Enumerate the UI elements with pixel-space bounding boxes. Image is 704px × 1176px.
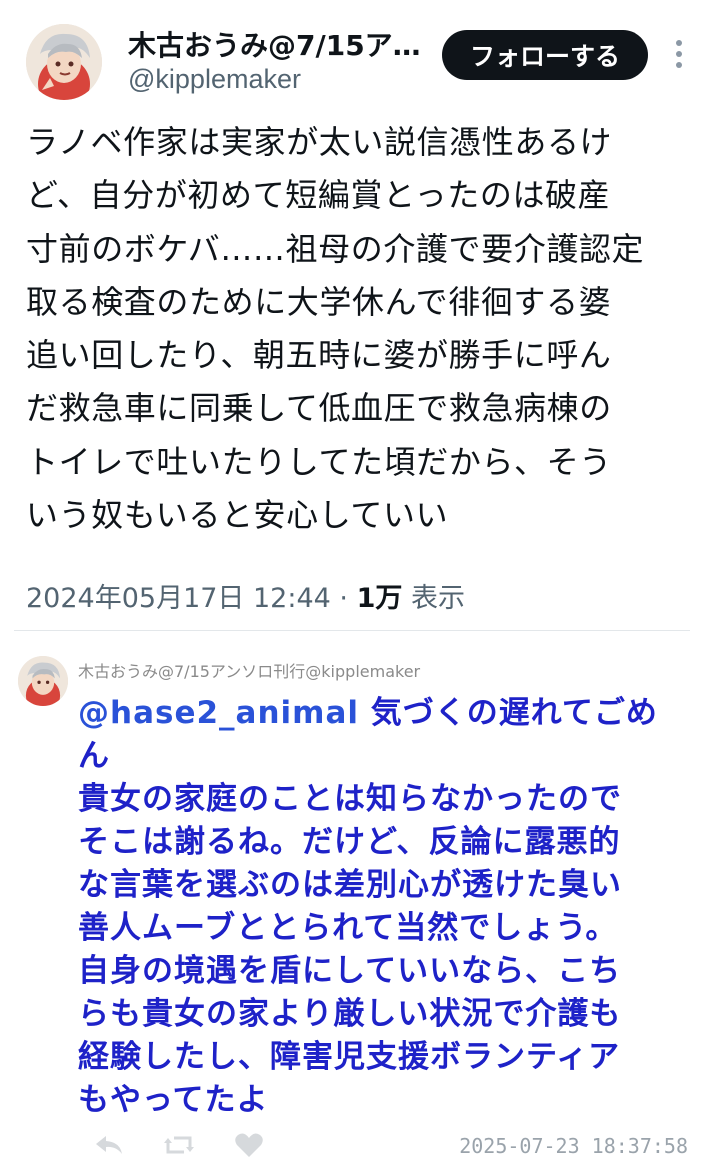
tweet-line: ラノベ作家は実家が太い説信憑性あるけ	[26, 123, 613, 161]
view-label: 表示	[411, 583, 465, 614]
reply-avatar	[18, 656, 68, 706]
reply-line: 経験したし、障害児支援ボランティア	[78, 1039, 621, 1075]
tweet-text: ラノベ作家は実家が太い説信憑性あるけ ど、自分が初めて短編賞とったのは破産 寸前…	[26, 116, 692, 542]
tweet-line: 寸前のボケバ……祖母の介護で要介護認定	[26, 229, 645, 268]
reply-line: もやってたよ	[78, 1082, 269, 1118]
author-handle[interactable]: @kipplemaker	[128, 64, 301, 95]
tweet-timestamp[interactable]: 2024年05月17日 12:44	[26, 583, 331, 614]
more-vertical-icon[interactable]	[672, 40, 686, 72]
author-avatar[interactable]	[26, 24, 102, 100]
reply-line: な言葉を選ぶのは差別心が透けた臭い	[78, 867, 622, 903]
follow-button[interactable]: フォローする	[442, 30, 648, 80]
reply-text: @hase2_animal 気づくの遅れてごめ ん 貴女の家庭のことは知らなかっ…	[78, 692, 678, 1122]
author-name[interactable]: 木古おうみ@7/15ア…	[128, 24, 428, 64]
reply-icon	[96, 1136, 122, 1154]
heart-icon	[235, 1133, 263, 1157]
reply-line: そこは謝るね。だけど、反論に露悪的	[78, 824, 621, 860]
reply-timestamp: 2025-07-23 18:37:58	[459, 1134, 688, 1158]
tweet-line: だ救急車に同乗して低血圧で救急病棟の	[26, 389, 612, 428]
reply-line: ん	[78, 738, 110, 774]
tweet-line: トイレで吐いたりしてた頃だから、そう	[26, 442, 612, 481]
tweet-line: ど、自分が初めて短編賞とったのは破産	[26, 176, 611, 215]
reply-line-rest: 気づくの遅れてごめ	[359, 695, 658, 731]
reply-screenshot: 木古おうみ@7/15アンソロ刊行@kipplemaker @hase2_anim…	[0, 640, 704, 1176]
reply-line: 善人ムーブととられて当然でしょう。	[78, 910, 618, 946]
retweet-icon	[164, 1136, 194, 1154]
reply-line: らも貴女の家より厳しい状況で介護も	[78, 996, 622, 1032]
reply-header: 木古おうみ@7/15アンソロ刊行@kipplemaker	[78, 662, 421, 681]
view-count: 1万	[356, 583, 403, 614]
reply-actions	[92, 1128, 266, 1162]
tweet-meta: 2024年05月17日 12:44 · 1万 表示	[26, 576, 465, 615]
tweet-header: 木古おうみ@7/15ア… @kipplemaker フォローする	[0, 0, 704, 112]
reply-line: 貴女の家庭のことは知らなかったので	[78, 781, 622, 817]
divider	[14, 630, 690, 631]
tweet-line: いう奴もいると安心していい	[26, 496, 449, 535]
meta-separator: ·	[339, 583, 349, 614]
mention-link: @hase2_animal	[78, 695, 359, 731]
reply-line: 自身の境遇を盾にしていいなら、こち	[78, 953, 622, 989]
tweet-line: 追い回したり、朝五時に婆が勝手に呼ん	[26, 336, 612, 375]
tweet-line: 取る検査のために大学休んで徘徊する婆	[26, 282, 612, 321]
reply-line: @hase2_animal 気づくの遅れてごめ	[78, 692, 678, 735]
